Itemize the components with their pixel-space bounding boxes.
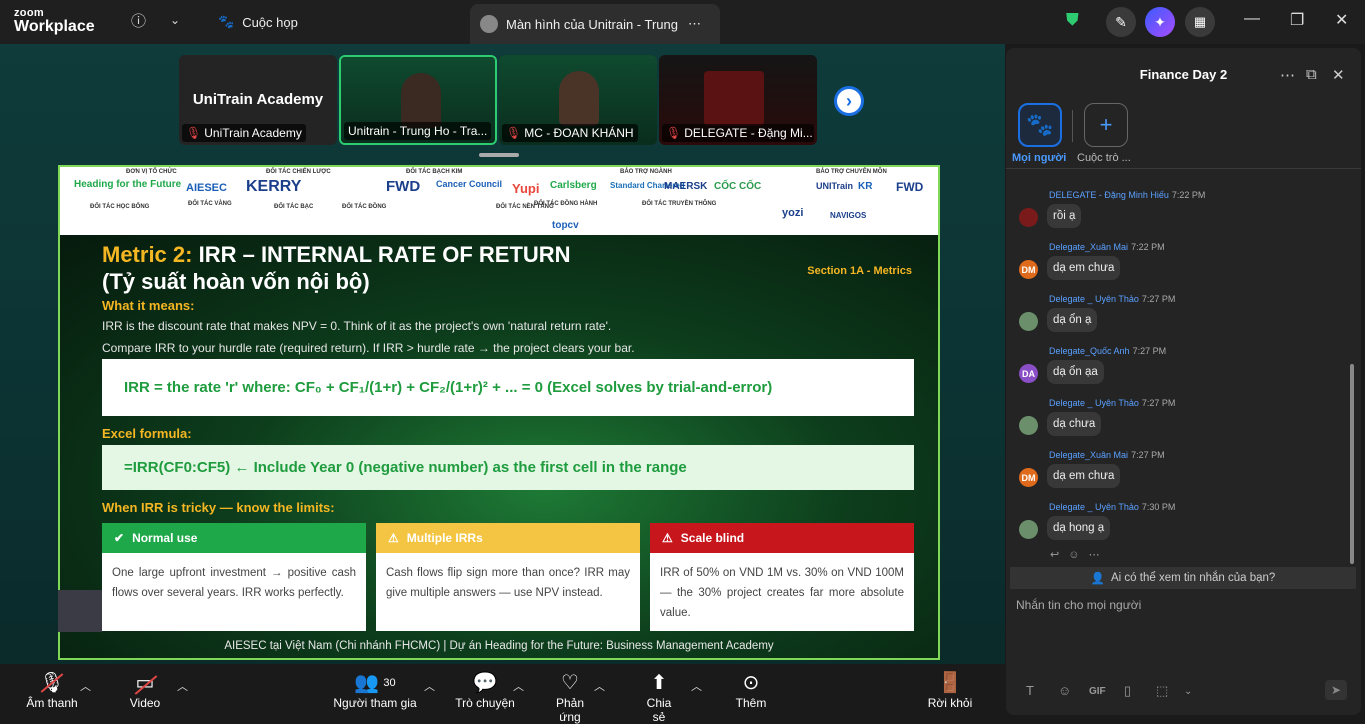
shield-icon[interactable]: ⛊ bbox=[1066, 10, 1079, 30]
chat-icon: 💬 bbox=[472, 672, 498, 694]
leave-button[interactable]: 🚪 Rời khỏi bbox=[927, 670, 973, 710]
check-icon: ✔ bbox=[114, 531, 125, 545]
more-button[interactable]: ⊙ Thêm bbox=[734, 670, 768, 710]
share-button[interactable]: ⬆ Chia sẻ bbox=[639, 670, 679, 724]
channel-everyone[interactable]: 🐾 bbox=[1018, 103, 1062, 147]
who-can-see-banner[interactable]: 👤 Ai có thể xem tin nhắn của bạn? bbox=[1010, 567, 1356, 589]
participants-button[interactable]: 👥 30 Người tham gia bbox=[333, 670, 417, 710]
text-format-icon[interactable]: T bbox=[1026, 683, 1034, 698]
restore-icon[interactable]: ❐ bbox=[1290, 10, 1304, 30]
avatar: DM bbox=[1019, 468, 1038, 487]
excel-formula-box: =IRR(CF0:CF5) ← Include Year 0 (negative… bbox=[102, 445, 914, 490]
card-scale-blind: ⚠ Scale blind IRR of 50% on VND 1M vs. 30… bbox=[650, 523, 914, 631]
chat-button[interactable]: 💬 Trò chuyện bbox=[455, 670, 515, 710]
screenshot-icon[interactable]: ⬚ bbox=[1156, 683, 1168, 699]
emoji-icon[interactable]: ☺ bbox=[1068, 549, 1079, 561]
card-normal-use: ✔ Normal use One large upfront investment… bbox=[102, 523, 366, 631]
avatar bbox=[480, 15, 498, 33]
tab-screen-share[interactable]: Màn hình của Unitrain - Trung Ho ⋯ bbox=[470, 4, 720, 44]
video-person bbox=[401, 73, 441, 128]
video-thumbnails: UniTrain Academy 🎙 UniTrain Academy Unitr… bbox=[179, 55, 819, 145]
more-icon: ⊙ bbox=[742, 672, 760, 694]
chat-options-caret[interactable]: ︿ bbox=[513, 678, 524, 694]
sponsor-banner: ĐƠN VỊ TỔ CHỨC ĐỐI TÁC CHIẾN LƯỢC ĐỐI TÁ… bbox=[60, 167, 938, 235]
thumbnail-mc[interactable]: 🎙 MC - ĐOAN KHÁNH bbox=[499, 55, 657, 145]
warning-icon: ⚠ bbox=[388, 531, 399, 545]
slide-content: Metric 2: IRR – INTERNAL RATE OF RETURN … bbox=[60, 235, 938, 658]
minimize-icon[interactable]: — bbox=[1244, 10, 1260, 28]
video-options-caret[interactable]: ︿ bbox=[177, 678, 188, 694]
audio-options-caret[interactable]: ︿ bbox=[80, 678, 91, 694]
video-button[interactable]: ▭ Video bbox=[124, 670, 166, 710]
video-image bbox=[704, 71, 764, 126]
avatar: DA bbox=[1019, 364, 1038, 383]
avatar bbox=[1019, 416, 1038, 435]
apps-icon[interactable]: ▦ bbox=[1185, 7, 1215, 37]
tab-meeting[interactable]: 🐾 Cuộc họp bbox=[218, 0, 298, 44]
popout-icon[interactable]: ⧉ bbox=[1306, 66, 1317, 83]
gif-icon[interactable]: GIF bbox=[1089, 686, 1106, 697]
mic-muted-icon: 🎙 bbox=[186, 126, 202, 140]
person-icon: 👤 bbox=[1090, 573, 1105, 585]
chat-scrollbar[interactable] bbox=[1350, 364, 1354, 564]
formula-box: IRR = the rate 'r' where: CF₀ + CF₁/(1+r… bbox=[102, 359, 914, 416]
zoom-logo: zoom Workplace bbox=[14, 7, 95, 35]
meeting-toolbar: 🎙 Âm thanh ︿ ▭ Video ︿ 👥30 Người tham gi… bbox=[0, 664, 1005, 724]
avatar bbox=[1019, 312, 1038, 331]
avatar bbox=[1019, 520, 1038, 539]
chevron-down-icon[interactable]: ⌄ bbox=[170, 13, 180, 27]
chat-input[interactable]: Nhắn tin cho mọi người bbox=[1016, 598, 1141, 612]
thumbnail-trung-ho[interactable]: Unitrain - Trung Ho - Tra... bbox=[339, 55, 497, 145]
paw-icon: 🐾 bbox=[218, 14, 235, 29]
mic-muted-icon: 🎙 bbox=[666, 126, 682, 140]
info-icon[interactable]: ⓘ bbox=[131, 10, 146, 31]
new-conversation-button[interactable]: + bbox=[1084, 103, 1128, 147]
heart-icon: ♡ bbox=[561, 672, 579, 694]
more-icon[interactable]: ⋯ bbox=[1280, 66, 1295, 84]
more-icon[interactable]: ⋯ bbox=[1089, 549, 1100, 561]
plus-icon: + bbox=[1099, 112, 1113, 137]
mic-muted-icon: 🎙 bbox=[506, 126, 522, 140]
send-button[interactable]: ➤ bbox=[1325, 680, 1347, 700]
resize-handle[interactable] bbox=[479, 153, 519, 157]
close-icon[interactable]: ✕ bbox=[1332, 66, 1345, 84]
paw-icon: 🐾 bbox=[1026, 112, 1054, 137]
close-icon[interactable]: ✕ bbox=[1335, 10, 1348, 30]
audio-button[interactable]: 🎙 Âm thanh bbox=[24, 670, 80, 710]
card-multiple-irrs: ⚠ Multiple IRRs Cash flows flip sign more… bbox=[376, 523, 640, 631]
reply-icon[interactable]: ↩ bbox=[1050, 549, 1059, 561]
more-icon[interactable]: ⋯ bbox=[688, 16, 701, 32]
emoji-icon[interactable]: ☺ bbox=[1058, 683, 1071, 698]
edit-icon[interactable]: ✎ bbox=[1106, 7, 1136, 37]
camera-off-icon: ▭ bbox=[124, 670, 166, 696]
participants-icon: 👥 bbox=[354, 672, 380, 694]
share-options-caret[interactable]: ︿ bbox=[691, 678, 702, 694]
warning-icon: ⚠ bbox=[662, 531, 673, 545]
participants-options-caret[interactable]: ︿ bbox=[424, 678, 435, 694]
reactions-button[interactable]: ♡ Phản ứng bbox=[544, 670, 596, 724]
share-screen-icon: ⬆ bbox=[650, 672, 668, 694]
avatar: DM bbox=[1019, 260, 1038, 279]
thumbnail-delegate[interactable]: 🎙 DELEGATE - Đặng Mi... bbox=[659, 55, 817, 145]
slide-title: Metric 2: IRR – INTERNAL RATE OF RETURN … bbox=[102, 242, 571, 294]
avatar bbox=[1019, 208, 1038, 227]
shared-screen: ĐƠN VỊ TỔ CHỨC ĐỐI TÁC CHIẾN LƯỢC ĐỐI TÁ… bbox=[58, 165, 940, 660]
title-bar: zoom Workplace ⓘ ⌄ 🐾 Cuộc họp Màn hình c… bbox=[0, 0, 1365, 44]
mic-muted-icon: 🎙 bbox=[24, 670, 80, 696]
thumbnail-unitrain-academy[interactable]: UniTrain Academy 🎙 UniTrain Academy bbox=[179, 55, 337, 145]
self-view-tile bbox=[58, 590, 102, 632]
file-icon[interactable]: ▯ bbox=[1124, 683, 1131, 699]
next-page-button[interactable]: › bbox=[834, 86, 864, 116]
reactions-options-caret[interactable]: ︿ bbox=[594, 678, 605, 694]
chat-messages: DELEGATE - Đặng Minh Hiếu 7:22 PM rồi ạ D… bbox=[1010, 170, 1355, 563]
chevron-down-icon[interactable]: ⌄ bbox=[1184, 686, 1192, 697]
ai-companion-icon[interactable]: ✦ bbox=[1145, 7, 1175, 37]
leave-icon: 🚪 bbox=[937, 672, 963, 694]
video-person bbox=[559, 71, 599, 126]
